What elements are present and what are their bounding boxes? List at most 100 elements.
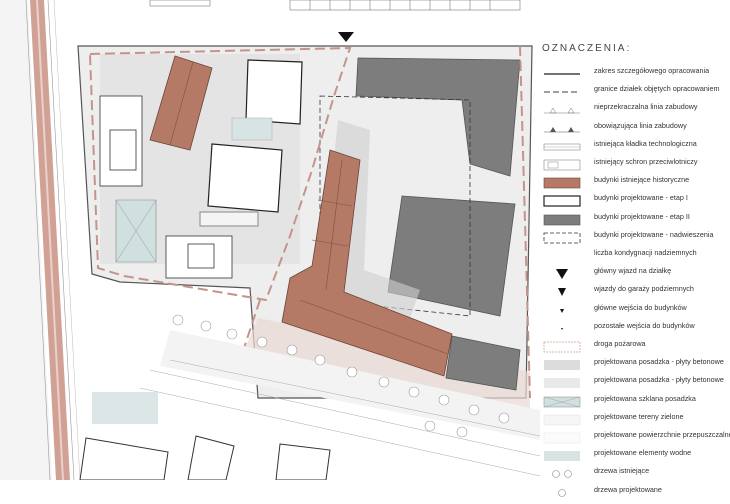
legend-symbol [542, 340, 581, 353]
legend-label: drzewa istniejące [594, 466, 650, 476]
main-door-triangle-icon [560, 308, 564, 313]
legend-row: granice działek objętych opracowaniem [538, 83, 730, 99]
legend-label: zakres szczegółowego opracowania [594, 66, 710, 75]
water-feature [231, 117, 273, 141]
legend-symbol [542, 395, 581, 407]
other-door-triangle-icon [561, 327, 563, 330]
legend-symbol [542, 376, 580, 389]
legend-row: budynki projektowane - etap II [538, 211, 730, 227]
fire-road-swatch [543, 341, 581, 353]
legend-label: projektowane tereny zielone [594, 411, 684, 421]
legend-label: istniejąca kładka technologiczna [594, 138, 697, 148]
legend-symbol [542, 85, 580, 95]
legend-row: główne wejścia do budynków [538, 302, 730, 318]
legend-row: droga pożarowa [538, 338, 730, 354]
overhang-swatch [543, 232, 581, 244]
bottom-left-green [92, 392, 158, 424]
legend-row: pozostałe wejścia do budynków [538, 320, 730, 336]
legend-label: wjazdy do garaży podziemnych [594, 284, 694, 294]
footbridge-icon [543, 143, 581, 151]
legend-label: nieprzekraczalna linia zabudowy [594, 102, 698, 112]
stage-1-swatch [543, 195, 581, 207]
existing-tree-icon [552, 470, 572, 479]
legend-label: budynki projektowane - nadwieszenia [594, 229, 714, 239]
legend-label: granice działek objętych opracowaniem [594, 84, 720, 94]
legend-row: projektowane powierzchnie przepuszczalne [538, 429, 730, 445]
filled-triangle-line-icon [544, 126, 580, 132]
legend-symbol [542, 358, 580, 371]
legend-label: projektowana posadzka - płyty betonowe [594, 357, 724, 367]
green-area-swatch [543, 414, 581, 425]
legend-label: liczba kondygnacji nadziemnych [594, 248, 697, 257]
dashed-line-icon [544, 91, 580, 93]
main-entry-triangle-icon [556, 269, 568, 280]
legend-title: OZNACZENIA: [542, 43, 632, 54]
legend-symbol [542, 322, 564, 332]
legend-label: istniejący schron przeciwlotniczy [594, 157, 698, 166]
legend-label: budynki projektowane - etap II [594, 211, 690, 221]
legend-row: liczba kondygnacji nadziemnych [538, 247, 730, 263]
legend-row: istniejąca kładka technologiczna [538, 138, 730, 154]
historic-building-swatch [543, 177, 581, 189]
legend-symbol [542, 267, 568, 280]
solid-line-icon [544, 73, 580, 75]
legend-row: projektowana posadzka - płyty betonowe [538, 374, 730, 390]
legend-symbol [542, 304, 564, 314]
garage-entry-triangle-icon [558, 288, 566, 297]
legend-label: główny wjazd na działkę [594, 266, 672, 276]
glass-floor-swatch [543, 396, 581, 407]
concrete-paving-2-swatch [544, 378, 580, 389]
legend-symbol [542, 285, 566, 297]
legend-symbol [542, 158, 581, 171]
legend-label: projektowane powierzchnie przepuszczalne [594, 430, 730, 439]
legend-label: pozostałe wejścia do budynków [594, 320, 695, 330]
legend-symbol [542, 467, 572, 479]
legend-row: zakres szczegółowego opracowania [538, 65, 730, 81]
legend-symbol [542, 449, 580, 462]
legend-label: drzewa projektowane [594, 484, 662, 494]
legend-symbol [542, 122, 580, 132]
legend-symbol [542, 103, 580, 114]
legend-label: obowiązująca linia zabudowy [594, 120, 687, 130]
legend-row: budynki istniejące historyczne [538, 174, 730, 190]
legend-row: budynki projektowane - nadwieszenia [538, 229, 730, 245]
legend-symbol [542, 140, 581, 151]
legend-row: istniejący schron przeciwlotniczy [538, 156, 730, 172]
planned-tree-icon [558, 488, 566, 497]
legend-row: drzewa istniejące [538, 465, 730, 481]
legend-row: główny wjazd na działkę [538, 265, 730, 281]
legend-symbol [542, 249, 564, 259]
legend-row: wjazdy do garaży podziemnych [538, 283, 730, 299]
legend-symbol [542, 194, 581, 207]
legend-row: budynki projektowane - etap I [538, 192, 730, 208]
legend-symbol [542, 413, 581, 425]
legend: OZNACZENIA: zakres szczegółowego opracow… [538, 0, 730, 497]
legend-row: projektowane tereny zielone [538, 411, 730, 427]
open-triangle-line-icon [544, 107, 580, 114]
shelter-icon [543, 159, 581, 171]
legend-row: projektowane elementy wodne [538, 447, 730, 463]
legend-symbol [542, 431, 581, 444]
permeable-surface-swatch [543, 432, 581, 444]
legend-label: główne wejścia do budynków [594, 302, 687, 312]
water-swatch [544, 451, 580, 462]
legend-row: nieprzekraczalna linia zabudowy [538, 101, 730, 117]
legend-symbol [542, 486, 566, 497]
legend-symbol [542, 67, 580, 77]
concrete-paving-swatch [544, 360, 580, 371]
legend-label: projektowana szklana posadzka [594, 393, 696, 403]
site-plan-map [0, 0, 540, 480]
stage-2-swatch [543, 214, 581, 225]
legend-symbol [542, 176, 581, 189]
legend-label: projektowana posadzka - płyty betonowe [594, 375, 724, 385]
legend-label: projektowane elementy wodne [594, 448, 692, 458]
legend-symbol [542, 231, 581, 244]
legend-row: projektowana posadzka - płyty betonowe [538, 356, 730, 372]
legend-symbol [542, 213, 581, 225]
legend-row: drzewa projektowane [538, 484, 730, 500]
legend-label: droga pożarowa [594, 339, 646, 348]
legend-row: projektowana szklana posadzka [538, 393, 730, 409]
legend-label: budynki projektowane - etap I [594, 193, 688, 203]
legend-row: obowiązująca linia zabudowy [538, 120, 730, 136]
legend-label: budynki istniejące historyczne [594, 175, 690, 185]
